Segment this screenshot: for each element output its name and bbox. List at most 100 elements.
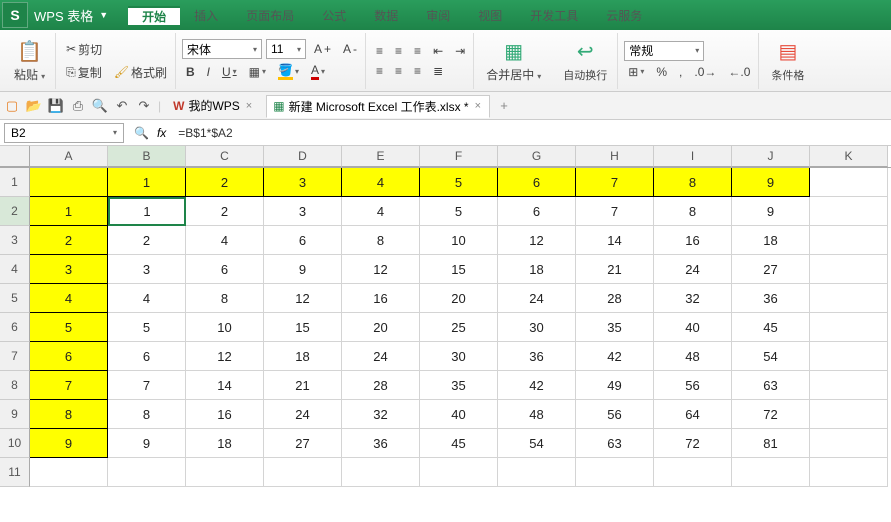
- cell[interactable]: 20: [420, 284, 498, 313]
- tab-formula[interactable]: 公式: [308, 6, 360, 25]
- cell[interactable]: 10: [420, 226, 498, 255]
- cell[interactable]: 42: [498, 371, 576, 400]
- cell[interactable]: 10: [186, 313, 264, 342]
- col-header-C[interactable]: C: [186, 146, 264, 167]
- paste-button[interactable]: 📋 粘贴 ▾: [8, 38, 51, 83]
- indent-increase-button[interactable]: ⇥: [451, 42, 469, 60]
- save-icon[interactable]: 💾: [48, 98, 64, 114]
- tab-view[interactable]: 视图: [464, 6, 516, 25]
- fill-color-button[interactable]: 🪣▾: [274, 61, 303, 82]
- col-header-A[interactable]: A: [30, 146, 108, 167]
- cell[interactable]: 16: [654, 226, 732, 255]
- cell[interactable]: [810, 226, 888, 255]
- cell[interactable]: 30: [420, 342, 498, 371]
- border-button[interactable]: ▦ ▾: [245, 63, 270, 81]
- cell[interactable]: [810, 255, 888, 284]
- cell[interactable]: 54: [498, 429, 576, 458]
- row-header[interactable]: 6: [0, 313, 30, 342]
- cell[interactable]: 27: [264, 429, 342, 458]
- spreadsheet-grid[interactable]: ABCDEFGHIJK 1123456789211234567893224681…: [0, 146, 891, 487]
- tab-cloud[interactable]: 云服务: [592, 6, 656, 25]
- bold-button[interactable]: B: [182, 63, 199, 81]
- cell[interactable]: 6: [30, 342, 108, 371]
- cell[interactable]: 9: [30, 429, 108, 458]
- cell[interactable]: 28: [576, 284, 654, 313]
- name-box[interactable]: B2 ▾: [4, 123, 124, 143]
- row-header[interactable]: 9: [0, 400, 30, 429]
- cell[interactable]: 40: [654, 313, 732, 342]
- cell[interactable]: 18: [498, 255, 576, 284]
- col-header-J[interactable]: J: [732, 146, 810, 167]
- tab-data[interactable]: 数据: [360, 6, 412, 25]
- cell[interactable]: 8: [342, 226, 420, 255]
- cell[interactable]: 24: [342, 342, 420, 371]
- cell[interactable]: 18: [264, 342, 342, 371]
- cell[interactable]: 4: [342, 197, 420, 226]
- cell[interactable]: 15: [420, 255, 498, 284]
- cell[interactable]: 1: [30, 197, 108, 226]
- cell[interactable]: 5: [108, 313, 186, 342]
- grow-font-button[interactable]: A+: [310, 40, 335, 58]
- cell[interactable]: 42: [576, 342, 654, 371]
- cell[interactable]: [264, 458, 342, 487]
- cell[interactable]: 35: [576, 313, 654, 342]
- cell[interactable]: 3: [30, 255, 108, 284]
- cell[interactable]: 30: [498, 313, 576, 342]
- cell[interactable]: 7: [576, 168, 654, 197]
- close-icon[interactable]: ×: [473, 100, 483, 112]
- cell[interactable]: 2: [108, 226, 186, 255]
- format-painter-button[interactable]: 🖌格式刷: [110, 62, 171, 83]
- cell[interactable]: 8: [108, 400, 186, 429]
- align-right-button[interactable]: ≡: [410, 62, 425, 80]
- undo-icon[interactable]: ↶: [114, 98, 130, 114]
- cell[interactable]: [810, 400, 888, 429]
- cell[interactable]: 9: [108, 429, 186, 458]
- cell[interactable]: 5: [30, 313, 108, 342]
- row-header[interactable]: 8: [0, 371, 30, 400]
- cell[interactable]: 4: [342, 168, 420, 197]
- app-menu-dropdown[interactable]: ▼: [99, 10, 108, 20]
- align-middle-button[interactable]: ≡: [391, 42, 406, 60]
- cell[interactable]: 7: [576, 197, 654, 226]
- cell[interactable]: 56: [654, 371, 732, 400]
- cell[interactable]: 1: [108, 197, 186, 226]
- cell[interactable]: 56: [576, 400, 654, 429]
- cell[interactable]: 6: [498, 197, 576, 226]
- cell[interactable]: 15: [264, 313, 342, 342]
- cell[interactable]: 9: [264, 255, 342, 284]
- cell[interactable]: 8: [654, 197, 732, 226]
- col-header-B[interactable]: B: [108, 146, 186, 167]
- cell[interactable]: 3: [108, 255, 186, 284]
- cell[interactable]: 8: [30, 400, 108, 429]
- cell[interactable]: 14: [576, 226, 654, 255]
- font-family-select[interactable]: 宋体▾: [182, 39, 262, 59]
- cell[interactable]: [810, 371, 888, 400]
- indent-decrease-button[interactable]: ⇤: [429, 42, 447, 60]
- formula-input[interactable]: =B$1*$A2: [172, 124, 891, 142]
- zoom-icon[interactable]: 🔍: [134, 126, 149, 140]
- cell[interactable]: 2: [30, 226, 108, 255]
- row-header[interactable]: 7: [0, 342, 30, 371]
- cell[interactable]: 18: [732, 226, 810, 255]
- cell[interactable]: [732, 458, 810, 487]
- cell[interactable]: 49: [576, 371, 654, 400]
- col-header-I[interactable]: I: [654, 146, 732, 167]
- cell[interactable]: 8: [654, 168, 732, 197]
- select-all-corner[interactable]: [0, 146, 30, 167]
- row-header[interactable]: 2: [0, 197, 30, 226]
- cell[interactable]: 72: [732, 400, 810, 429]
- cell[interactable]: [810, 458, 888, 487]
- row-header[interactable]: 4: [0, 255, 30, 284]
- cell[interactable]: [498, 458, 576, 487]
- cell[interactable]: 6: [498, 168, 576, 197]
- cell[interactable]: 24: [498, 284, 576, 313]
- cell[interactable]: 18: [186, 429, 264, 458]
- cell[interactable]: 5: [420, 197, 498, 226]
- cell[interactable]: [420, 458, 498, 487]
- increase-decimal-button[interactable]: .0→: [690, 63, 720, 81]
- align-center-button[interactable]: ≡: [391, 62, 406, 80]
- copy-button[interactable]: ⎘复制: [62, 62, 106, 83]
- col-header-G[interactable]: G: [498, 146, 576, 167]
- cell[interactable]: [810, 429, 888, 458]
- cell[interactable]: 45: [420, 429, 498, 458]
